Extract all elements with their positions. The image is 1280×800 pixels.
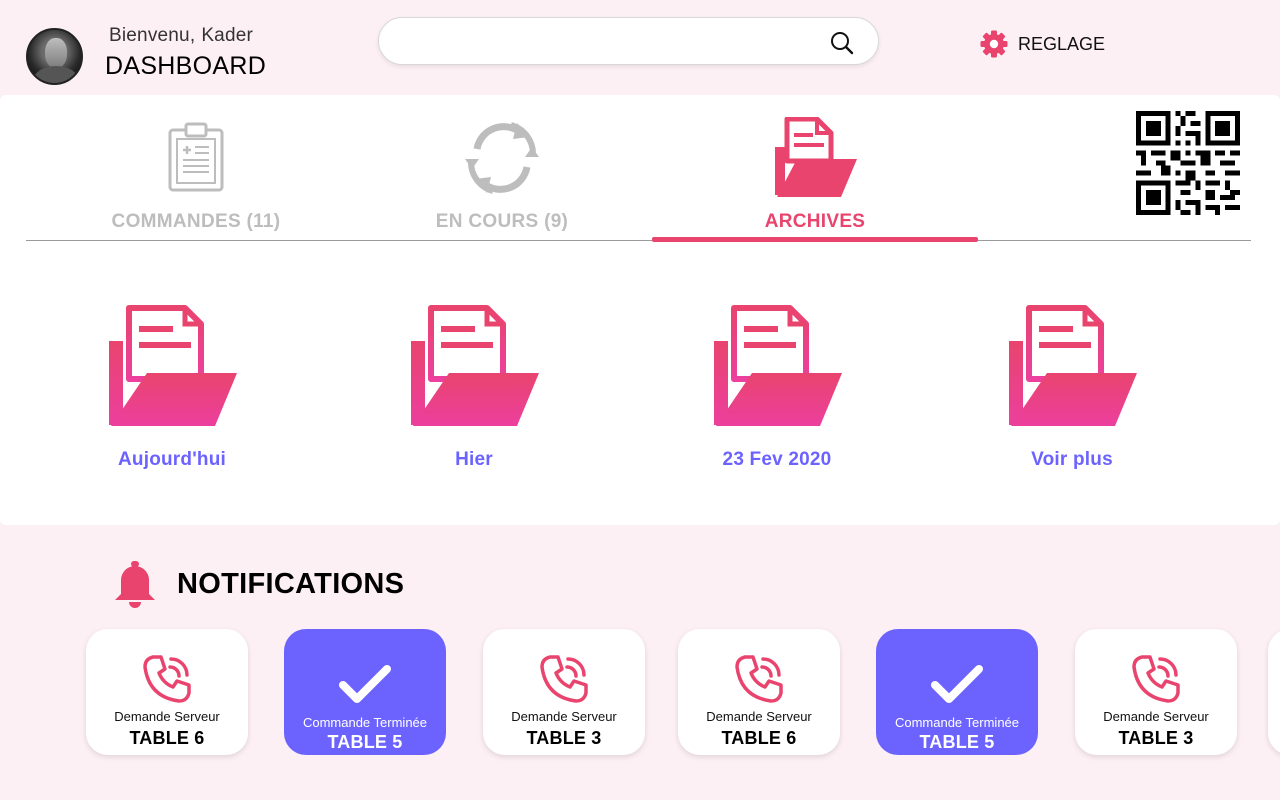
- notification-card[interactable]: Demande Serveur TABLE 3: [483, 629, 645, 755]
- avatar-shoulders: [33, 66, 79, 83]
- archive-folder-icon: [775, 116, 857, 197]
- sync-icon: [465, 121, 539, 194]
- notification-text: Demande Serveur: [114, 709, 220, 724]
- notification-table: TABLE 3: [526, 728, 602, 748]
- page-title: DASHBOARD: [105, 52, 267, 80]
- user-name: Kader: [201, 25, 254, 46]
- tab-en-cours[interactable]: EN COURS (9): [402, 115, 602, 242]
- phone-call-icon: [735, 655, 783, 703]
- greeting-word: Bienvenu,: [109, 25, 196, 46]
- tab-archives-label: ARCHIVES: [764, 211, 866, 232]
- qr-code-icon[interactable]: [1136, 111, 1240, 215]
- active-tab-indicator: [652, 237, 978, 242]
- phone-call-icon: [1132, 655, 1180, 703]
- notification-text: Commande Terminée: [302, 715, 428, 730]
- notification-card[interactable]: Demande Serveur TABLE 6: [86, 629, 248, 755]
- notifications-header: NOTIFICATIONS: [113, 560, 404, 608]
- archive-label: 23 Fev 2020: [722, 449, 832, 470]
- notification-text: Commande Terminée: [894, 715, 1020, 730]
- archive-label: Voir plus: [1031, 449, 1113, 470]
- phone-call-icon: [143, 655, 191, 703]
- archive-yesterday[interactable]: Hier: [374, 305, 574, 471]
- notifications-title: NOTIFICATIONS: [177, 567, 405, 600]
- folder-icon: [411, 305, 539, 426]
- notification-table: TABLE 5: [919, 732, 995, 752]
- notification-text: Demande Serveur: [511, 709, 617, 724]
- settings-button[interactable]: REGLAGE: [979, 28, 1105, 60]
- notification-table: TABLE 6: [721, 728, 797, 748]
- checkmark-icon: [931, 665, 983, 703]
- avatar-face: [45, 38, 67, 68]
- archive-date[interactable]: 23 Fev 2020: [677, 305, 877, 471]
- notification-card[interactable]: Commande Terminée TABLE 5: [284, 629, 446, 755]
- tab-archives[interactable]: ARCHIVES: [652, 115, 978, 242]
- notification-text: Demande Serveur: [1103, 709, 1209, 724]
- archive-label: Hier: [455, 449, 493, 470]
- clipboard-icon: [168, 122, 224, 191]
- notification-table: TABLE 3: [1118, 728, 1194, 748]
- gear-icon: [980, 30, 1008, 58]
- notification-card[interactable]: Demande Serveur TABLE 3: [1075, 629, 1237, 755]
- search-input[interactable]: [399, 28, 819, 56]
- bell-icon: [115, 561, 155, 608]
- archive-label: Aujourd'hui: [117, 449, 227, 470]
- checkmark-icon: [339, 665, 391, 703]
- notification-table: TABLE 5: [327, 732, 403, 752]
- folder-icon: [714, 305, 842, 426]
- archive-today[interactable]: Aujourd'hui: [72, 305, 272, 471]
- folder-icon: [109, 305, 237, 426]
- notification-table: TABLE 6: [129, 728, 205, 748]
- search-icon[interactable]: [830, 31, 854, 55]
- tab-en-cours-label: EN COURS (9): [435, 211, 569, 232]
- greeting: Bienvenu, Kader: [109, 25, 253, 47]
- main-panel: COMMANDES (11) EN COURS (9) ARCHIVES Auj…: [0, 95, 1280, 525]
- notification-text: Demande Serveur: [706, 709, 812, 724]
- tabs-divider: [26, 240, 1251, 241]
- search-bar[interactable]: [378, 17, 879, 65]
- tab-commandes[interactable]: COMMANDES (11): [96, 115, 296, 242]
- archive-more[interactable]: Voir plus: [972, 305, 1172, 471]
- user-avatar[interactable]: [26, 28, 83, 85]
- settings-label: REGLAGE: [1018, 33, 1106, 54]
- notification-card[interactable]: Commande Terminée TABLE 5: [876, 629, 1038, 755]
- notification-card-partial[interactable]: [1268, 629, 1280, 755]
- notification-card[interactable]: Demande Serveur TABLE 6: [678, 629, 840, 755]
- tab-commandes-label: COMMANDES (11): [111, 211, 281, 232]
- folder-icon: [1009, 305, 1137, 426]
- phone-call-icon: [540, 655, 588, 703]
